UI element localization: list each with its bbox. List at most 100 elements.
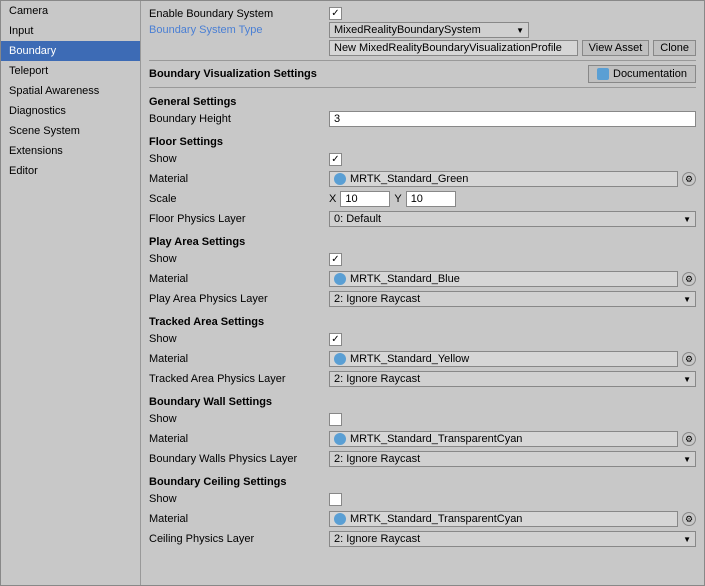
boundary-wall-show-checkbox[interactable] xyxy=(329,413,342,426)
tracked-area-physics-arrow-icon: ▼ xyxy=(683,375,691,384)
sidebar-item-camera[interactable]: Camera xyxy=(1,1,140,21)
documentation-button[interactable]: Documentation xyxy=(588,65,696,83)
tracked-area-material-settings-icon[interactable]: ⚙ xyxy=(682,352,696,366)
boundary-height-row: Boundary Height xyxy=(149,110,696,128)
boundary-wall-material-settings-icon[interactable]: ⚙ xyxy=(682,432,696,446)
tracked-area-show-row: Show xyxy=(149,330,696,348)
boundary-ceiling-physics-dropdown[interactable]: 2: Ignore Raycast ▼ xyxy=(329,531,696,547)
tracked-area-settings-title: Tracked Area Settings xyxy=(149,316,696,328)
boundary-ceiling-material-field[interactable]: MRTK_Standard_TransparentCyan xyxy=(329,511,678,527)
view-asset-button[interactable]: View Asset xyxy=(582,40,650,56)
boundary-wall-material-label: Material xyxy=(149,433,329,445)
play-area-show-label: Show xyxy=(149,253,329,265)
sidebar-item-editor[interactable]: Editor xyxy=(1,161,140,181)
play-area-object-icon xyxy=(334,273,346,285)
boundary-wall-physics-label: Boundary Walls Physics Layer xyxy=(149,453,329,465)
boundary-ceiling-material-label: Material xyxy=(149,513,329,525)
clone-button[interactable]: Clone xyxy=(653,40,696,56)
documentation-area: Documentation xyxy=(329,65,696,83)
tracked-area-physics-row: Tracked Area Physics Layer 2: Ignore Ray… xyxy=(149,370,696,388)
sidebar: Camera Input Boundary Teleport Spatial A… xyxy=(1,1,141,585)
floor-show-row: Show xyxy=(149,150,696,168)
play-area-settings-title: Play Area Settings xyxy=(149,236,696,248)
floor-physics-dropdown[interactable]: 0: Default ▼ xyxy=(329,211,696,227)
floor-show-label: Show xyxy=(149,153,329,165)
enable-boundary-label: Enable Boundary System xyxy=(149,8,329,20)
tracked-area-show-label: Show xyxy=(149,333,329,345)
floor-physics-label: Floor Physics Layer xyxy=(149,213,329,225)
boundary-type-label: Boundary System Type xyxy=(149,24,329,36)
boundary-wall-object-icon xyxy=(334,433,346,445)
play-area-material-field[interactable]: MRTK_Standard_Blue xyxy=(329,271,678,287)
floor-physics-row: Floor Physics Layer 0: Default ▼ xyxy=(149,210,696,228)
boundary-ceiling-object-icon xyxy=(334,513,346,525)
play-area-material-row: Material MRTK_Standard_Blue ⚙ xyxy=(149,270,696,288)
tracked-area-object-icon xyxy=(334,353,346,365)
divider-2 xyxy=(149,87,696,88)
boundary-wall-physics-row: Boundary Walls Physics Layer 2: Ignore R… xyxy=(149,450,696,468)
tracked-area-physics-dropdown[interactable]: 2: Ignore Raycast ▼ xyxy=(329,371,696,387)
boundary-ceiling-material-settings-icon[interactable]: ⚙ xyxy=(682,512,696,526)
boundary-wall-physics-arrow-icon: ▼ xyxy=(683,455,691,464)
sidebar-item-extensions[interactable]: Extensions xyxy=(1,141,140,161)
main-content: Enable Boundary System Boundary System T… xyxy=(141,1,704,585)
floor-show-checkbox[interactable] xyxy=(329,153,342,166)
divider-1 xyxy=(149,60,696,61)
boundary-ceiling-material-row: Material MRTK_Standard_TransparentCyan ⚙ xyxy=(149,510,696,528)
scale-inputs: X Y xyxy=(329,191,456,207)
general-settings-title: General Settings xyxy=(149,96,696,108)
sidebar-item-boundary[interactable]: Boundary xyxy=(1,41,140,61)
tracked-area-material-label: Material xyxy=(149,353,329,365)
floor-material-field[interactable]: MRTK_Standard_Green xyxy=(329,171,678,187)
floor-material-label: Material xyxy=(149,173,329,185)
scale-y-label: Y xyxy=(394,193,401,205)
floor-settings-title: Floor Settings xyxy=(149,136,696,148)
boundary-wall-show-row: Show xyxy=(149,410,696,428)
sidebar-item-diagnostics[interactable]: Diagnostics xyxy=(1,101,140,121)
tracked-area-physics-label: Tracked Area Physics Layer xyxy=(149,373,329,385)
floor-scale-y-input[interactable] xyxy=(406,191,456,207)
boundary-wall-settings-title: Boundary Wall Settings xyxy=(149,396,696,408)
scale-x-label: X xyxy=(329,193,336,205)
sidebar-item-teleport[interactable]: Teleport xyxy=(1,61,140,81)
tracked-area-material-field[interactable]: MRTK_Standard_Yellow xyxy=(329,351,678,367)
play-area-show-checkbox[interactable] xyxy=(329,253,342,266)
boundary-type-dropdown[interactable]: MixedRealityBoundarySystem ▼ xyxy=(329,22,529,38)
boundary-height-input[interactable] xyxy=(329,111,696,127)
play-area-physics-arrow-icon: ▼ xyxy=(683,295,691,304)
floor-scale-row: Scale X Y xyxy=(149,190,696,208)
asset-field[interactable]: New MixedRealityBoundaryVisualizationPro… xyxy=(329,40,578,56)
boundary-wall-show-label: Show xyxy=(149,413,329,425)
enable-boundary-checkbox[interactable] xyxy=(329,7,342,20)
sidebar-item-input[interactable]: Input xyxy=(1,21,140,41)
boundary-ceiling-show-row: Show xyxy=(149,490,696,508)
play-area-physics-row: Play Area Physics Layer 2: Ignore Raycas… xyxy=(149,290,696,308)
boundary-height-content xyxy=(329,111,696,127)
floor-scale-x-input[interactable] xyxy=(340,191,390,207)
tracked-area-material-row: Material MRTK_Standard_Yellow ⚙ xyxy=(149,350,696,368)
object-icon xyxy=(334,173,346,185)
dropdown-arrow-icon: ▼ xyxy=(516,26,524,35)
tracked-area-show-checkbox[interactable] xyxy=(329,333,342,346)
boundary-height-label: Boundary Height xyxy=(149,113,329,125)
boundary-wall-physics-dropdown[interactable]: 2: Ignore Raycast ▼ xyxy=(329,451,696,467)
play-area-physics-dropdown[interactable]: 2: Ignore Raycast ▼ xyxy=(329,291,696,307)
visualization-settings-label: Boundary Visualization Settings xyxy=(149,68,329,80)
play-area-material-settings-icon[interactable]: ⚙ xyxy=(682,272,696,286)
boundary-wall-material-field[interactable]: MRTK_Standard_TransparentCyan xyxy=(329,431,678,447)
floor-scale-label: Scale xyxy=(149,193,329,205)
boundary-ceiling-show-checkbox[interactable] xyxy=(329,493,342,506)
floor-material-settings-icon[interactable]: ⚙ xyxy=(682,172,696,186)
boundary-ceiling-physics-arrow-icon: ▼ xyxy=(683,535,691,544)
doc-icon xyxy=(597,68,609,80)
boundary-ceiling-physics-row: Ceiling Physics Layer 2: Ignore Raycast … xyxy=(149,530,696,548)
play-area-material-label: Material xyxy=(149,273,329,285)
play-area-physics-label: Play Area Physics Layer xyxy=(149,293,329,305)
boundary-ceiling-show-label: Show xyxy=(149,493,329,505)
asset-row: New MixedRealityBoundaryVisualizationPro… xyxy=(329,40,696,56)
boundary-wall-material-row: Material MRTK_Standard_TransparentCyan ⚙ xyxy=(149,430,696,448)
sidebar-item-spatial-awareness[interactable]: Spatial Awareness xyxy=(1,81,140,101)
floor-material-row: Material MRTK_Standard_Green ⚙ xyxy=(149,170,696,188)
sidebar-item-scene-system[interactable]: Scene System xyxy=(1,121,140,141)
boundary-ceiling-physics-label: Ceiling Physics Layer xyxy=(149,533,329,545)
